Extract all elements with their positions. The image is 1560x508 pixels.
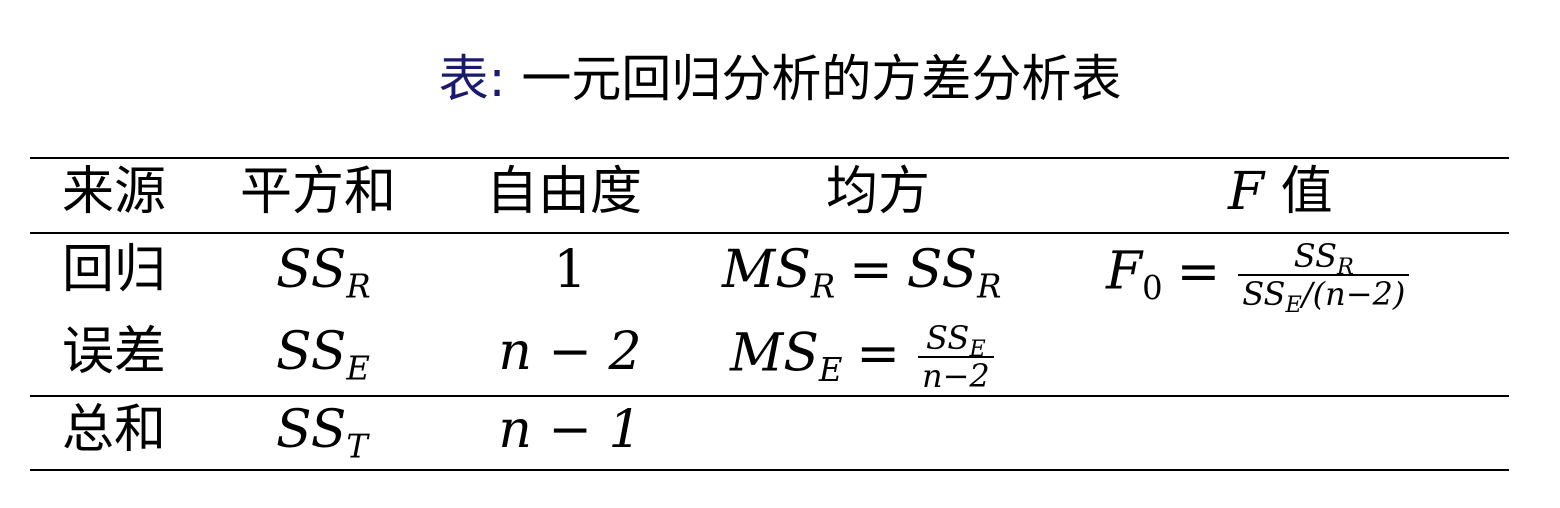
row-error-df: n − 2 [498,322,642,382]
header-f-value: F 值 [1228,160,1333,224]
row-regression-ss: SSR [276,240,371,306]
ms-error-fraction: SSE n−2 [917,320,994,394]
bottom-rule [30,469,1509,471]
row-total-source: 总和 [62,400,167,460]
table-caption: 表: 一元回归分析的方差分析表 [0,44,1560,114]
row-regression-f: F0 = SSR SSE/(n−2) [1106,238,1410,316]
header-degrees-of-freedom: 自由度 [486,162,643,222]
header-sum-of-squares: 平方和 [240,162,397,222]
row-regression-source: 回归 [62,240,167,300]
row-error-source: 误差 [62,322,167,382]
top-rule [30,157,1509,159]
f-fraction: SSR SSE/(n−2) [1238,238,1410,316]
header-source: 来源 [62,162,167,222]
header-f-symbol: F [1228,162,1265,222]
header-f-label: 值 [1280,162,1333,222]
row-regression-ms: MSR = SSR [722,240,1002,306]
row-total-df: n − 1 [498,400,642,460]
total-rule [30,395,1509,397]
header-rule [30,232,1509,234]
row-total-ss: SST [276,400,368,466]
row-regression-df: 1 [553,240,587,300]
row-error-ss: SSE [276,322,370,388]
caption-label: 表: [438,50,506,108]
caption-text: 一元回归分析的方差分析表 [521,50,1122,108]
row-error-ms: MSE = SSE n−2 [730,320,994,394]
header-mean-square: 均方 [826,162,931,222]
